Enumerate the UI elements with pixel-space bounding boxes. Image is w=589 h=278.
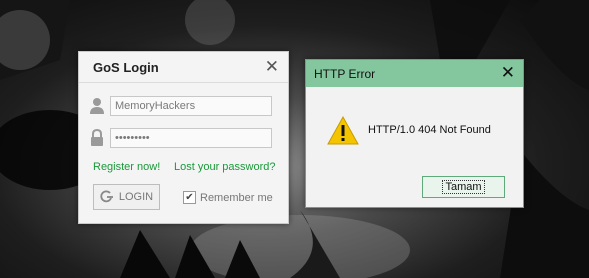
- gos-login-dialog: GoS Login ✕ Register now! Lost your pass…: [78, 51, 289, 224]
- error-titlebar: HTTP Error ✕: [306, 60, 523, 87]
- password-row: [89, 128, 272, 148]
- login-button[interactable]: LOGIN: [93, 184, 160, 210]
- error-dialog-title: HTTP Error: [314, 67, 376, 81]
- ok-button-label: Tamam: [442, 180, 485, 194]
- close-icon[interactable]: ✕: [501, 64, 515, 81]
- login-button-label: LOGIN: [118, 191, 154, 203]
- checkbox-checked-icon[interactable]: ✔: [183, 191, 196, 204]
- lock-icon: [91, 129, 103, 146]
- title-divider: [79, 82, 288, 83]
- lost-password-link[interactable]: Lost your password?: [174, 161, 276, 173]
- close-icon[interactable]: ✕: [265, 58, 279, 75]
- user-icon: [90, 98, 104, 114]
- warning-icon: [327, 116, 359, 145]
- power-icon: [100, 190, 113, 203]
- remember-me-checkbox[interactable]: ✔ Remember me: [183, 191, 273, 204]
- username-input[interactable]: [110, 96, 272, 116]
- remember-me-label: Remember me: [200, 191, 273, 204]
- password-input[interactable]: [110, 128, 272, 148]
- http-error-dialog: HTTP Error ✕ HTTP/1.0 404 Not Found Tama…: [305, 59, 524, 208]
- register-link[interactable]: Register now!: [93, 161, 160, 173]
- ok-button[interactable]: Tamam: [422, 176, 505, 198]
- username-row: [89, 96, 272, 116]
- error-message: HTTP/1.0 404 Not Found: [368, 124, 491, 136]
- login-dialog-title: GoS Login: [93, 60, 159, 75]
